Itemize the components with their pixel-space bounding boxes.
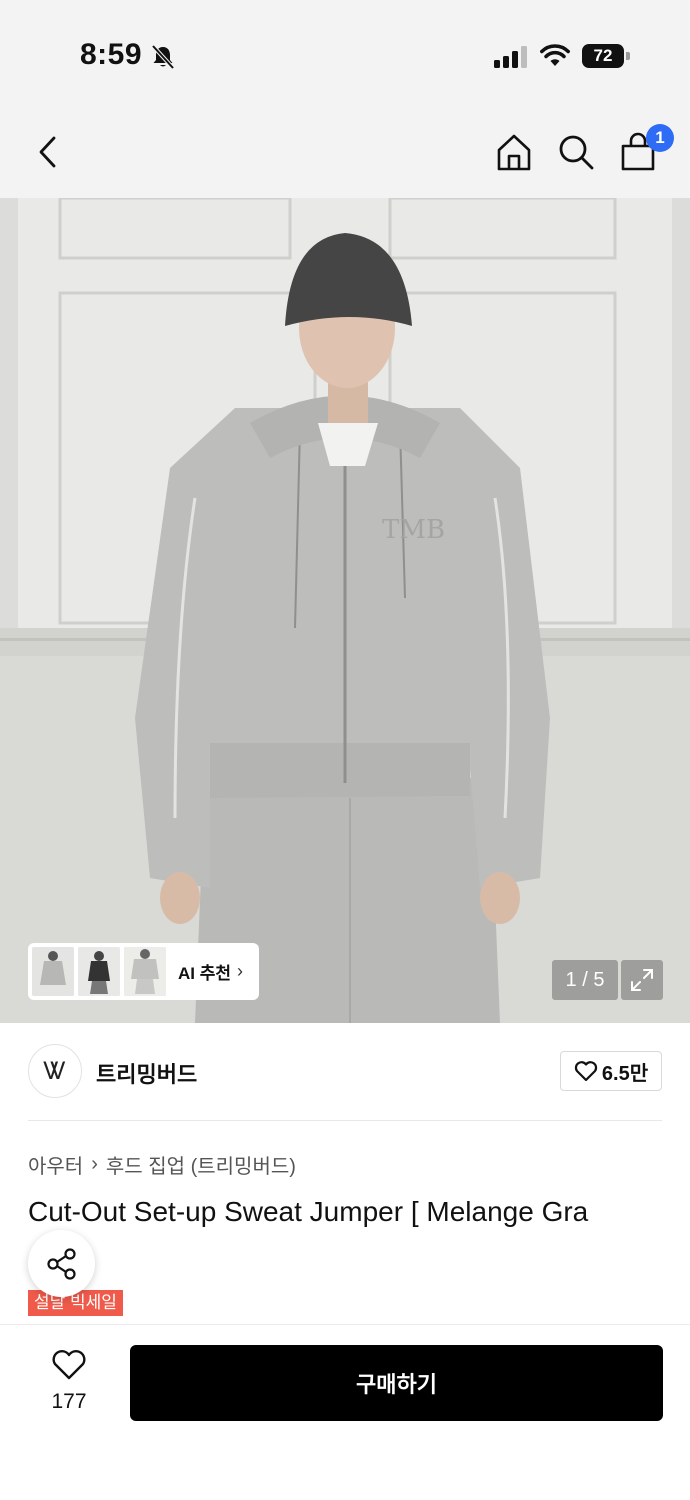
breadcrumb: 아우터 › 후드 집업 (트리밍버드)	[28, 1150, 296, 1179]
share-icon	[46, 1247, 76, 1280]
bottom-purchase-bar: 177 구매하기	[0, 1324, 690, 1500]
search-button[interactable]	[554, 130, 598, 174]
divider	[28, 1120, 662, 1121]
thumbnail-image	[32, 947, 74, 996]
ai-thumbnail	[78, 947, 120, 996]
brand-logo-text: Ꮤ	[43, 1057, 67, 1085]
breadcrumb-subcategory[interactable]: 후드 집업 (트리밍버드)	[106, 1150, 296, 1179]
battery-tip	[626, 52, 630, 60]
brand-favorite-count: 6.5만	[601, 1062, 649, 1085]
product-title: Cut-Out Set-up Sweat Jumper [ Melange Gr…	[28, 1196, 589, 1227]
status-time: 8:59	[80, 38, 143, 71]
home-button[interactable]	[492, 130, 536, 174]
bell-off-icon	[151, 44, 175, 70]
cart-count-badge: 1	[646, 124, 674, 152]
search-icon	[559, 135, 594, 170]
product-image-carousel[interactable]: TMB AI 추천 › 1 / 5	[0, 198, 690, 1023]
back-button[interactable]	[26, 130, 70, 174]
product-photo: TMB	[0, 198, 690, 1023]
buy-button[interactable]: 구매하기	[130, 1345, 663, 1421]
svg-text:TMB: TMB	[382, 515, 445, 545]
share-button[interactable]	[28, 1230, 95, 1297]
ai-thumbnail	[32, 947, 74, 996]
wifi-icon	[540, 44, 570, 66]
battery-level: 72	[582, 44, 624, 68]
breadcrumb-category[interactable]: 아우터	[28, 1150, 83, 1179]
cellular-signal-icon	[494, 46, 527, 68]
ai-recommend-button[interactable]: AI 추천 ›	[28, 943, 259, 1000]
image-pager: 1 / 5	[552, 960, 618, 1000]
top-nav: 1	[0, 110, 690, 198]
ai-thumbnail	[124, 947, 166, 996]
like-button[interactable]: 177	[38, 1349, 100, 1419]
heart-icon	[52, 1350, 86, 1380]
brand-favorite-button[interactable]: 6.5만	[560, 1051, 662, 1091]
chevron-right-icon: ›	[237, 961, 244, 981]
brand-name[interactable]: 트리밍버드	[96, 1057, 197, 1089]
expand-icon	[631, 969, 653, 991]
like-count: 177	[51, 1390, 87, 1413]
chevron-right-icon: ›	[91, 1153, 98, 1175]
thumbnail-image	[78, 947, 120, 996]
chevron-left-icon	[39, 136, 56, 168]
home-icon	[497, 134, 531, 171]
ai-recommend-label: AI 추천	[178, 964, 232, 983]
thumbnail-image	[124, 947, 166, 996]
status-bar: 8:59 72	[0, 0, 690, 110]
brand-row: Ꮤ 트리밍버드 6.5만	[28, 1044, 662, 1100]
battery-indicator: 72	[582, 44, 630, 68]
brand-logo[interactable]: Ꮤ	[28, 1044, 82, 1098]
expand-image-button[interactable]	[621, 960, 663, 1000]
heart-icon	[574, 1061, 598, 1082]
cart-button[interactable]: 1	[616, 124, 674, 174]
